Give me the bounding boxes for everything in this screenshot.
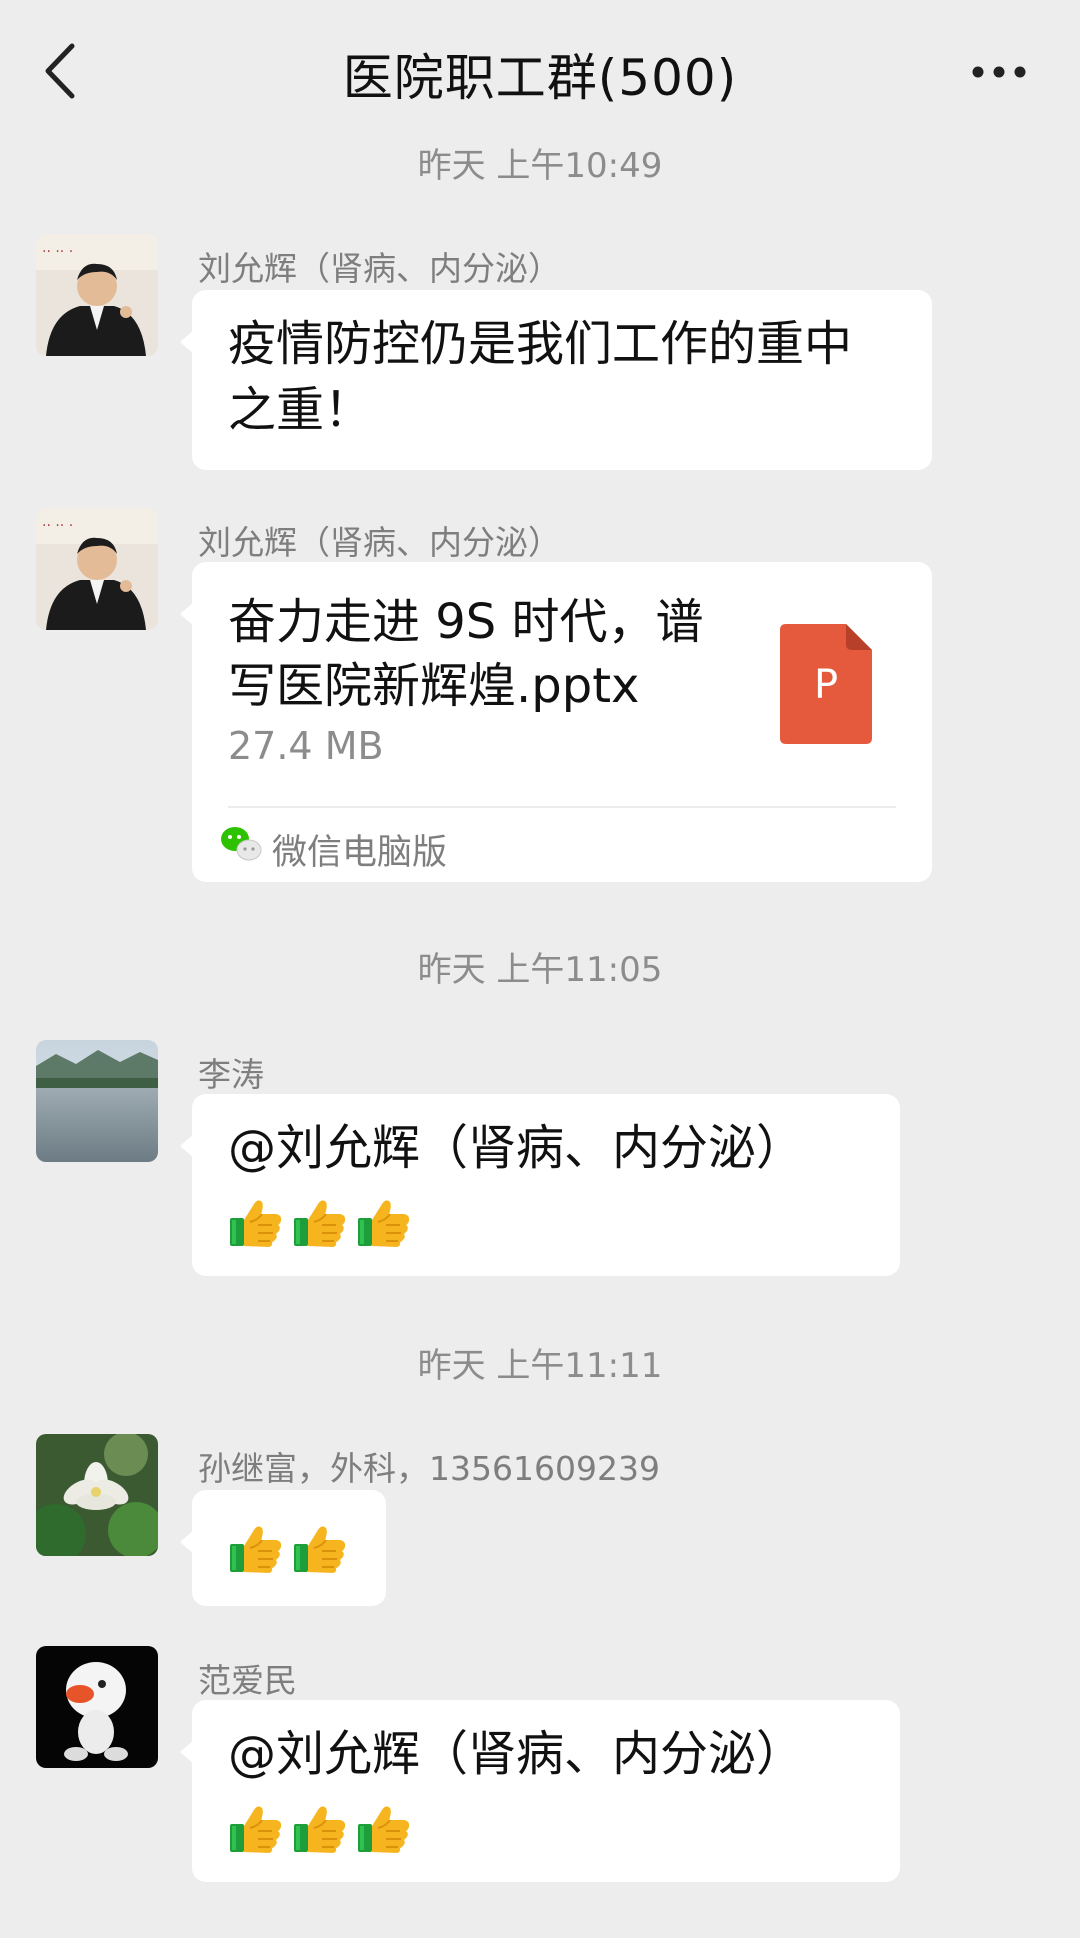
file-message-card[interactable]: 奋力走进 9S 时代，谱 写医院新辉煌.pptx 27.4 MB P 微信电脑版 [180, 562, 932, 882]
message-text-line: 疫情防控仍是我们工作的重中 [228, 316, 853, 372]
more-button[interactable] [970, 62, 1028, 82]
timestamp: 昨天 上午10:49 [417, 146, 663, 186]
avatar[interactable] [36, 1434, 158, 1556]
sender-name: 孙继富，外科，13561609239 [198, 1449, 660, 1488]
file-name-line: 写医院新辉煌.pptx [228, 658, 640, 714]
thumbs-up-emoji [228, 1194, 284, 1250]
sender-name: 李涛 [198, 1055, 264, 1094]
sender-name: 范爱民 [198, 1661, 297, 1700]
message-bubble[interactable]: @刘允辉（肾病、内分泌） [180, 1700, 900, 1882]
avatar[interactable] [36, 1646, 158, 1768]
wechat-icon [220, 826, 262, 862]
chat-header: 医院职工群(500) [0, 0, 1080, 140]
message-bubble[interactable] [180, 1490, 386, 1606]
bubble-tail [180, 602, 194, 626]
thumbs-up-row [228, 1520, 348, 1576]
thumbs-up-emoji [356, 1800, 412, 1856]
avatar[interactable] [36, 1040, 158, 1162]
message-text-line: @刘允辉（肾病、内分泌） [228, 1120, 805, 1176]
thumbs-up-emoji [292, 1194, 348, 1250]
chat-title: 医院职工群(500) [342, 49, 738, 107]
thumbs-up-emoji [292, 1800, 348, 1856]
bubble-tail [180, 1740, 194, 1764]
bubble-tail [180, 1530, 194, 1554]
svg-text:·· ·· ·: ·· ·· · [42, 518, 73, 534]
message-bubble[interactable]: @刘允辉（肾病、内分泌） [180, 1094, 900, 1276]
chat-screen: 医院职工群(500) 昨天 上午10:49 ·· ·· · 刘允辉（肾病、内分泌… [0, 0, 1080, 1938]
more-dots-icon [972, 66, 1026, 78]
thumbs-up-row [228, 1800, 412, 1856]
thumbs-up-emoji [356, 1194, 412, 1250]
ppt-icon-letter: P [813, 662, 839, 708]
bubble-tail [180, 1134, 194, 1158]
ppt-file-icon: P [780, 624, 872, 744]
sender-name: 刘允辉（肾病、内分泌） [198, 523, 561, 562]
file-size: 27.4 MB [228, 724, 384, 768]
thumbs-up-emoji [228, 1520, 284, 1576]
file-name: 奋力走进 9S 时代，谱 写医院新辉煌.pptx [228, 590, 748, 718]
message-bubble[interactable]: 疫情防控仍是我们工作的重中 之重！ [180, 290, 932, 470]
svg-text:·· ·· ·: ·· ·· · [42, 244, 73, 260]
file-name-line: 奋力走进 9S 时代，谱 [228, 594, 704, 650]
message-text-line: @刘允辉（肾病、内分泌） [228, 1726, 805, 1782]
thumbs-up-row [228, 1194, 412, 1250]
avatar[interactable]: ·· ·· · [36, 234, 158, 356]
timestamp: 昨天 上午11:11 [417, 1346, 663, 1386]
file-source: 微信电脑版 [272, 833, 448, 873]
bubble-tail [180, 330, 194, 354]
thumbs-up-emoji [228, 1800, 284, 1856]
divider [228, 806, 896, 808]
thumbs-up-emoji [292, 1520, 348, 1576]
avatar[interactable]: ·· ·· · [36, 508, 158, 630]
message-text-line: 之重！ [228, 382, 373, 438]
timestamp: 昨天 上午11:05 [417, 950, 663, 990]
sender-name: 刘允辉（肾病、内分泌） [198, 249, 561, 288]
